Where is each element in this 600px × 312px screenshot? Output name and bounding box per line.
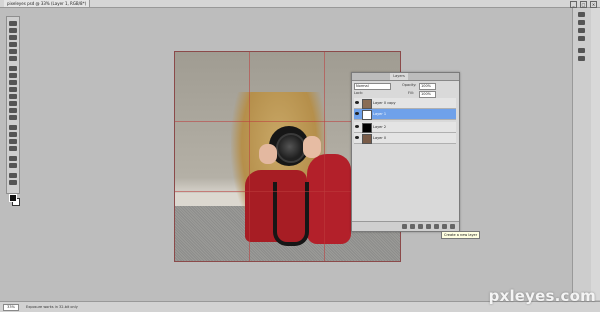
window-controls: _ □ × bbox=[570, 0, 597, 8]
document-tab[interactable]: pixeleyes psd @ 33% (Layer 1, RGB/8*) bbox=[4, 0, 91, 7]
move-tool-icon[interactable] bbox=[9, 21, 17, 26]
layer-thumbnail bbox=[362, 110, 372, 120]
3d-orbit-tool-icon[interactable] bbox=[9, 163, 17, 168]
opacity-field[interactable]: 100% bbox=[419, 83, 436, 90]
foreground-color-swatch[interactable] bbox=[9, 194, 17, 202]
layer-thumbnail bbox=[362, 134, 372, 144]
healing-brush-tool-icon[interactable] bbox=[9, 66, 17, 71]
status-info: Exposure works in 32-bit only bbox=[26, 305, 78, 309]
close-button[interactable]: × bbox=[590, 1, 597, 8]
actions-panel-icon[interactable] bbox=[578, 56, 585, 61]
styles-panel-icon[interactable] bbox=[578, 28, 585, 33]
eye-icon[interactable] bbox=[355, 101, 359, 104]
blur-tool-icon[interactable] bbox=[9, 108, 17, 113]
layer-thumbnail bbox=[362, 123, 372, 133]
layer-mask-icon[interactable] bbox=[418, 224, 423, 229]
tools-panel bbox=[6, 16, 20, 206]
layer-row[interactable]: Layer 2 bbox=[354, 122, 456, 133]
gradient-tool-icon[interactable] bbox=[9, 101, 17, 106]
trash-icon[interactable] bbox=[450, 224, 455, 229]
minimize-button[interactable]: _ bbox=[570, 1, 577, 8]
layer-row[interactable]: Layer 0 bbox=[354, 133, 456, 144]
layer-thumbnail bbox=[362, 99, 372, 109]
tab-paths[interactable] bbox=[354, 73, 372, 80]
document-tab-bar: pixeleyes psd @ 33% (Layer 1, RGB/8*) _ … bbox=[0, 0, 600, 8]
lasso-tool-icon[interactable] bbox=[9, 35, 17, 40]
new-layer-icon[interactable] bbox=[442, 224, 447, 229]
layer-name[interactable]: Layer 2 bbox=[373, 122, 386, 132]
adjustment-layer-icon[interactable] bbox=[426, 224, 431, 229]
marquee-tool-icon[interactable] bbox=[9, 28, 17, 33]
eye-icon[interactable] bbox=[355, 136, 359, 139]
fill-field[interactable]: 100% bbox=[419, 91, 436, 98]
restore-button[interactable]: □ bbox=[580, 1, 587, 8]
hand-tool-icon[interactable] bbox=[9, 173, 17, 178]
swatches-panel-icon[interactable] bbox=[578, 20, 585, 25]
left-hand bbox=[259, 144, 277, 164]
color-panel-icon[interactable] bbox=[578, 12, 585, 17]
tooltip: Create a new layer bbox=[441, 231, 481, 239]
right-hand bbox=[303, 136, 321, 158]
watermark-logo: pxleyes.com bbox=[488, 287, 596, 305]
lock-label: Lock: bbox=[354, 91, 364, 95]
zoom-field[interactable]: 33% bbox=[3, 304, 19, 311]
link-layers-icon[interactable] bbox=[402, 224, 407, 229]
brush-tool-icon[interactable] bbox=[9, 73, 17, 78]
adjustments-panel-icon[interactable] bbox=[578, 36, 585, 41]
tab-layers[interactable]: Layers bbox=[390, 73, 408, 80]
camera-lens bbox=[276, 133, 306, 163]
layer-style-icon[interactable] bbox=[410, 224, 415, 229]
eye-icon[interactable] bbox=[355, 112, 359, 115]
type-tool-icon[interactable] bbox=[9, 132, 17, 137]
tab-masks[interactable] bbox=[432, 73, 450, 80]
opacity-label: Opacity: bbox=[402, 83, 417, 87]
panel-tab-bar: Layers bbox=[352, 73, 459, 81]
layer-name[interactable]: Layer 0 bbox=[373, 133, 386, 143]
eyedropper-tool-icon[interactable] bbox=[9, 56, 17, 61]
history-brush-tool-icon[interactable] bbox=[9, 87, 17, 92]
red-sweater-arm bbox=[307, 154, 351, 244]
layer-row[interactable]: Layer 1 bbox=[354, 109, 456, 120]
layer-name[interactable]: Layer 0 copy bbox=[373, 98, 396, 108]
tab-channels[interactable] bbox=[372, 73, 390, 80]
fill-label: Fill: bbox=[408, 91, 414, 95]
clone-stamp-tool-icon[interactable] bbox=[9, 80, 17, 85]
crop-tool-icon[interactable] bbox=[9, 49, 17, 54]
layers-panel: Layers Normal Opacity: 100% Lock: Fill: … bbox=[351, 72, 460, 232]
eye-icon[interactable] bbox=[355, 125, 359, 128]
quick-select-tool-icon[interactable] bbox=[9, 42, 17, 47]
history-panel-icon[interactable] bbox=[578, 48, 585, 53]
tab-adjustments[interactable] bbox=[410, 73, 430, 80]
dodge-tool-icon[interactable] bbox=[9, 115, 17, 120]
path-select-tool-icon[interactable] bbox=[9, 139, 17, 144]
layers-panel-footer bbox=[352, 221, 459, 231]
vertical-scrollbar[interactable] bbox=[591, 8, 600, 300]
layer-row[interactable]: Layer 0 copy bbox=[354, 98, 456, 109]
3d-rotate-tool-icon[interactable] bbox=[9, 156, 17, 161]
blend-mode-select[interactable]: Normal bbox=[354, 83, 391, 90]
layer-name[interactable]: Layer 1 bbox=[373, 109, 386, 119]
zoom-tool-icon[interactable] bbox=[9, 180, 17, 185]
eraser-tool-icon[interactable] bbox=[9, 94, 17, 99]
pen-tool-icon[interactable] bbox=[9, 125, 17, 130]
right-dock bbox=[572, 8, 592, 300]
guide-vertical-2[interactable] bbox=[324, 52, 325, 261]
guide-vertical-1[interactable] bbox=[249, 52, 250, 261]
shape-tool-icon[interactable] bbox=[9, 146, 17, 151]
group-layers-icon[interactable] bbox=[434, 224, 439, 229]
